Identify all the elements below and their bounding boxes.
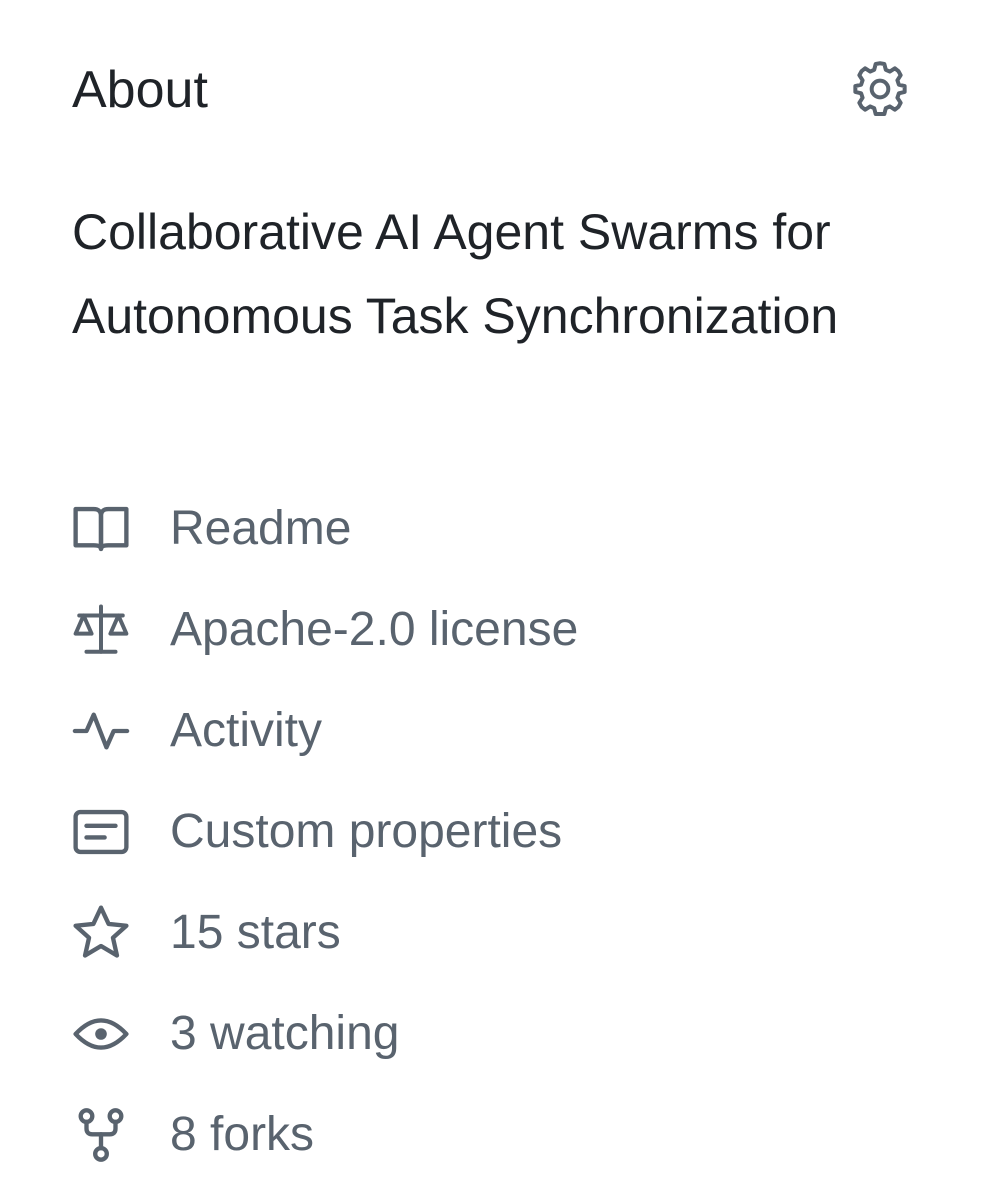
law-icon — [72, 601, 130, 659]
repo-forked-icon — [72, 1106, 130, 1164]
readme-link[interactable]: Readme — [72, 494, 932, 564]
pulse-icon — [72, 702, 130, 760]
stars-label: 15 stars — [170, 906, 341, 959]
watchers-link[interactable]: 3 watching — [72, 999, 932, 1069]
license-label: Apache-2.0 license — [170, 603, 579, 656]
activity-link[interactable]: Activity — [72, 696, 932, 766]
readme-label: Readme — [170, 502, 352, 555]
star-icon — [72, 904, 130, 962]
custom-properties-label: Custom properties — [170, 805, 563, 858]
book-icon — [72, 500, 130, 558]
license-link[interactable]: Apache-2.0 license — [72, 595, 932, 665]
forks-link[interactable]: 8 forks — [72, 1100, 932, 1170]
stars-link[interactable]: 15 stars — [72, 898, 932, 968]
gear-icon[interactable] — [851, 60, 909, 118]
about-panel: About Collaborative AI Agent Swarms for … — [0, 0, 982, 1200]
activity-label: Activity — [170, 704, 323, 757]
custom-properties-link[interactable]: Custom properties — [72, 797, 932, 867]
note-icon — [72, 803, 130, 861]
watchers-label: 3 watching — [170, 1007, 400, 1060]
eye-icon — [72, 1005, 130, 1063]
about-heading: About — [72, 61, 208, 119]
repo-description: Collaborative AI Agent Swarms for Autono… — [72, 204, 839, 344]
forks-label: 8 forks — [170, 1108, 315, 1161]
